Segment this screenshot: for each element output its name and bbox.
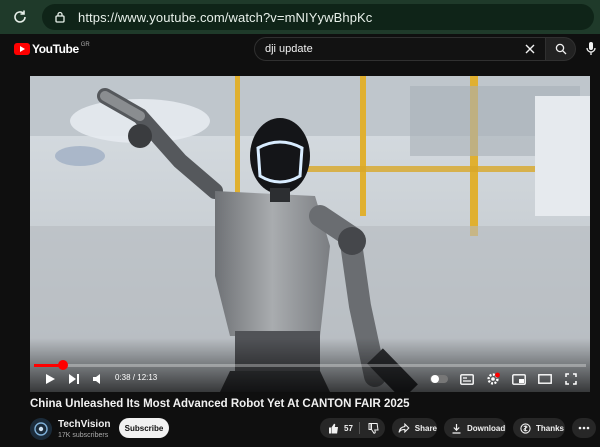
clear-search-icon[interactable] xyxy=(523,42,537,56)
share-label: Share xyxy=(414,423,437,433)
search-button[interactable] xyxy=(546,37,576,61)
more-icon xyxy=(578,426,590,430)
fullscreen-button[interactable] xyxy=(562,370,580,388)
voice-search-icon[interactable] xyxy=(584,41,600,57)
progress-bar[interactable] xyxy=(34,360,586,370)
youtube-logo[interactable]: YouTube GR xyxy=(14,42,90,56)
thanks-icon xyxy=(520,422,531,434)
play-button[interactable] xyxy=(42,370,58,388)
site-info-icon[interactable] xyxy=(52,9,68,25)
more-actions-button[interactable] xyxy=(572,418,596,438)
share-icon xyxy=(398,423,410,433)
like-divider xyxy=(358,422,360,434)
theater-icon xyxy=(538,374,552,384)
subtitles-button[interactable] xyxy=(458,370,476,388)
skip-next-icon xyxy=(69,374,79,384)
like-count: 57 xyxy=(344,423,353,433)
share-button[interactable]: Share xyxy=(392,418,437,438)
subscriber-count: 17K subscribers xyxy=(58,432,109,439)
download-label: Download xyxy=(467,423,506,433)
search-box xyxy=(254,37,546,61)
scrubber-handle[interactable] xyxy=(57,360,68,370)
like-button[interactable]: 57 xyxy=(328,423,353,434)
next-button[interactable] xyxy=(66,370,82,388)
address-bar[interactable]: https://www.youtube.com/watch?v=mNIYywBh… xyxy=(42,4,594,30)
video-player[interactable]: 0:38 / 12:13 xyxy=(30,76,590,392)
settings-button[interactable] xyxy=(484,370,502,388)
url-text: https://www.youtube.com/watch?v=mNIYywBh… xyxy=(78,9,373,25)
volume-icon xyxy=(93,374,100,384)
subscribe-button[interactable]: Subscribe xyxy=(119,418,169,438)
theater-mode-button[interactable] xyxy=(536,370,554,388)
fullscreen-icon xyxy=(565,373,577,385)
time-display: 0:38 / 12:13 xyxy=(115,373,158,382)
video-title: China Unleashed Its Most Advanced Robot … xyxy=(30,398,410,410)
youtube-play-icon xyxy=(14,43,30,55)
thumbs-up-icon xyxy=(329,423,338,433)
thanks-label: Thanks xyxy=(536,423,565,433)
play-icon xyxy=(46,374,55,384)
download-icon xyxy=(452,423,461,434)
miniplayer-button[interactable] xyxy=(510,370,528,388)
country-code: GR xyxy=(80,42,90,48)
thumbs-down-icon xyxy=(368,422,379,434)
channel-avatar[interactable] xyxy=(30,418,52,440)
thanks-button[interactable]: Thanks xyxy=(513,418,565,438)
like-dislike-group: 57 xyxy=(320,418,385,438)
captions-icon xyxy=(460,373,474,385)
autoplay-toggle[interactable] xyxy=(428,370,450,388)
autoplay-icon xyxy=(430,375,448,383)
browser-toolbar: https://www.youtube.com/watch?v=mNIYywBh… xyxy=(0,0,600,34)
dislike-button[interactable] xyxy=(368,422,379,434)
mute-button[interactable] xyxy=(90,370,106,388)
youtube-header: YouTube GR xyxy=(0,34,600,64)
download-button[interactable]: Download xyxy=(444,418,506,438)
search-icon xyxy=(555,43,566,55)
miniplayer-icon xyxy=(512,373,526,385)
logo-wordmark: YouTube xyxy=(32,42,79,56)
search-input[interactable] xyxy=(265,43,515,55)
gear-icon xyxy=(487,372,500,385)
channel-name[interactable]: TechVision xyxy=(58,419,110,430)
reload-icon[interactable] xyxy=(6,3,34,31)
